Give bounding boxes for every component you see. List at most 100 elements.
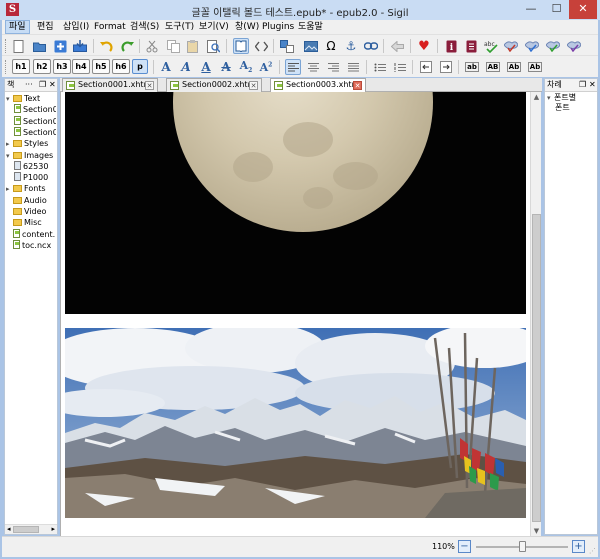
report-icon[interactable] [545,38,561,54]
back-arrow-icon[interactable] [389,38,405,54]
well-formed-check-icon[interactable] [524,38,540,54]
expand-icon[interactable]: ▸ [6,184,13,194]
menu-plugins[interactable]: Plugins [259,21,297,33]
paste-icon[interactable] [185,38,201,54]
align-right-icon[interactable] [325,59,341,75]
tab-close-icon[interactable]: ✕ [249,81,258,90]
lowercase-icon[interactable]: ab [464,59,480,75]
find-in-file-icon[interactable] [205,38,221,54]
uppercase-icon[interactable]: AB [485,59,501,75]
toolbar-grip[interactable] [5,39,8,53]
increase-indent-icon[interactable] [438,59,454,75]
heading-2-button[interactable]: h2 [33,59,51,74]
horizontal-scrollbar[interactable]: ◂ ▸ [5,524,57,534]
tab-section0002[interactable]: Section0002.xhtml ✕ [166,78,262,92]
scroll-down-icon[interactable]: ▼ [531,526,542,536]
heading-4-button[interactable]: h4 [72,59,90,74]
link-icon[interactable] [363,38,379,54]
tree-item[interactable]: ▾ Images [6,150,56,161]
undo-icon[interactable] [98,38,114,54]
resize-grip-icon[interactable]: ⋰ [589,547,596,555]
new-file-icon[interactable] [11,38,27,54]
italic-icon[interactable]: A [178,59,194,75]
tree-item[interactable]: Section0002.xhtml [14,115,56,127]
panel-float-icon[interactable]: ❐ [39,79,46,91]
validate-epub-icon[interactable] [503,38,519,54]
decrease-indent-icon[interactable] [418,59,434,75]
metadata-icon[interactable]: i [443,38,459,54]
tree-item[interactable]: Section0001.xhtml [14,104,56,115]
zoom-slider[interactable] [476,541,568,552]
tree-item[interactable]: ▸ Styles [6,138,56,149]
bold-icon[interactable]: A [158,59,174,75]
menu-edit[interactable]: 편집 [34,21,57,33]
menu-tools[interactable]: 도구(T) [162,21,197,33]
tree-item[interactable]: content. [6,228,56,240]
toc-item[interactable]: 폰트 [555,103,570,113]
expand-icon[interactable]: ▾ [6,151,13,161]
menu-help[interactable]: 도움말 [295,21,326,33]
open-folder-icon[interactable] [32,38,48,54]
tab-close-icon[interactable]: ✕ [353,81,362,90]
cut-icon[interactable] [144,38,160,54]
menu-file[interactable]: 파일 [5,20,30,34]
minimize-button[interactable]: — [518,0,544,19]
save-icon[interactable] [72,38,88,54]
tree-item[interactable]: Section0003.xhtml [14,126,56,138]
scrollbar-thumb[interactable] [532,214,541,522]
expand-icon[interactable]: ▾ [6,94,13,104]
maximize-button[interactable]: ☐ [544,0,569,19]
strikethrough-icon[interactable]: A [218,59,234,75]
underline-icon[interactable]: A [198,59,214,75]
menu-search[interactable]: 검색(S) [127,21,162,33]
tree-item[interactable]: ▾ Text [6,93,56,104]
special-character-icon[interactable]: Ω [323,38,339,54]
expand-icon[interactable]: ▾ [547,93,554,103]
copy-icon[interactable] [165,38,181,54]
paragraph-button[interactable]: p [132,59,148,74]
heading-3-button[interactable]: h3 [53,59,71,74]
align-justify-icon[interactable] [345,59,361,75]
tree-item[interactable]: ▸ Fonts [6,183,56,194]
insert-image-icon[interactable] [303,38,319,54]
tab-section0001[interactable]: Section0001.xhtml ✕ [62,78,158,92]
redo-icon[interactable] [119,38,135,54]
menu-format[interactable]: Format [91,21,129,33]
tree-item[interactable]: 62530 [14,160,56,172]
zoom-in-button[interactable]: + [572,540,585,553]
add-file-icon[interactable] [52,38,68,54]
tab-section0003[interactable]: Section0003.xhtml ✕ [270,78,366,93]
toc-item[interactable]: ▾ 폰트별 [547,93,576,103]
book-view-icon[interactable] [233,38,249,54]
validation-tool-icon[interactable] [566,38,582,54]
table-of-contents-icon[interactable] [463,38,479,54]
panel-close-icon[interactable]: ✕ [589,79,596,91]
tree-item[interactable]: toc.ncx [6,239,56,251]
split-icon[interactable] [279,38,295,54]
zoom-slider-handle[interactable] [519,541,526,552]
superscript-icon[interactable]: A2 [258,59,274,75]
tree-item[interactable]: P1000 [14,172,56,183]
toolbar-grip[interactable] [5,60,8,74]
menu-view[interactable]: 보기(V) [196,21,232,33]
panel-float-icon[interactable]: ❐ [579,79,586,91]
titlecase-icon[interactable]: Ab [506,59,522,75]
tab-close-icon[interactable]: ✕ [145,81,154,90]
numbered-list-icon[interactable] [392,59,408,75]
bullet-list-icon[interactable] [372,59,388,75]
vertical-scrollbar[interactable]: ▲ ▼ [530,92,541,536]
tree-item[interactable]: Misc [6,217,56,228]
donate-heart-icon[interactable]: ♥ [416,38,432,54]
expand-icon[interactable]: ▸ [6,139,13,149]
capitalize-icon[interactable]: Ab [527,59,543,75]
menu-insert[interactable]: 삽입(I) [60,21,92,33]
subscript-icon[interactable]: A2 [238,59,254,75]
heading-5-button[interactable]: h5 [92,59,110,74]
scroll-up-icon[interactable]: ▲ [531,92,542,102]
book-view-document[interactable] [60,92,530,536]
zoom-out-button[interactable]: − [458,540,471,553]
tree-item[interactable]: Video [6,206,56,217]
heading-1-button[interactable]: h1 [12,59,30,74]
align-left-icon[interactable] [285,59,301,75]
tree-item[interactable]: Audio [6,195,56,206]
